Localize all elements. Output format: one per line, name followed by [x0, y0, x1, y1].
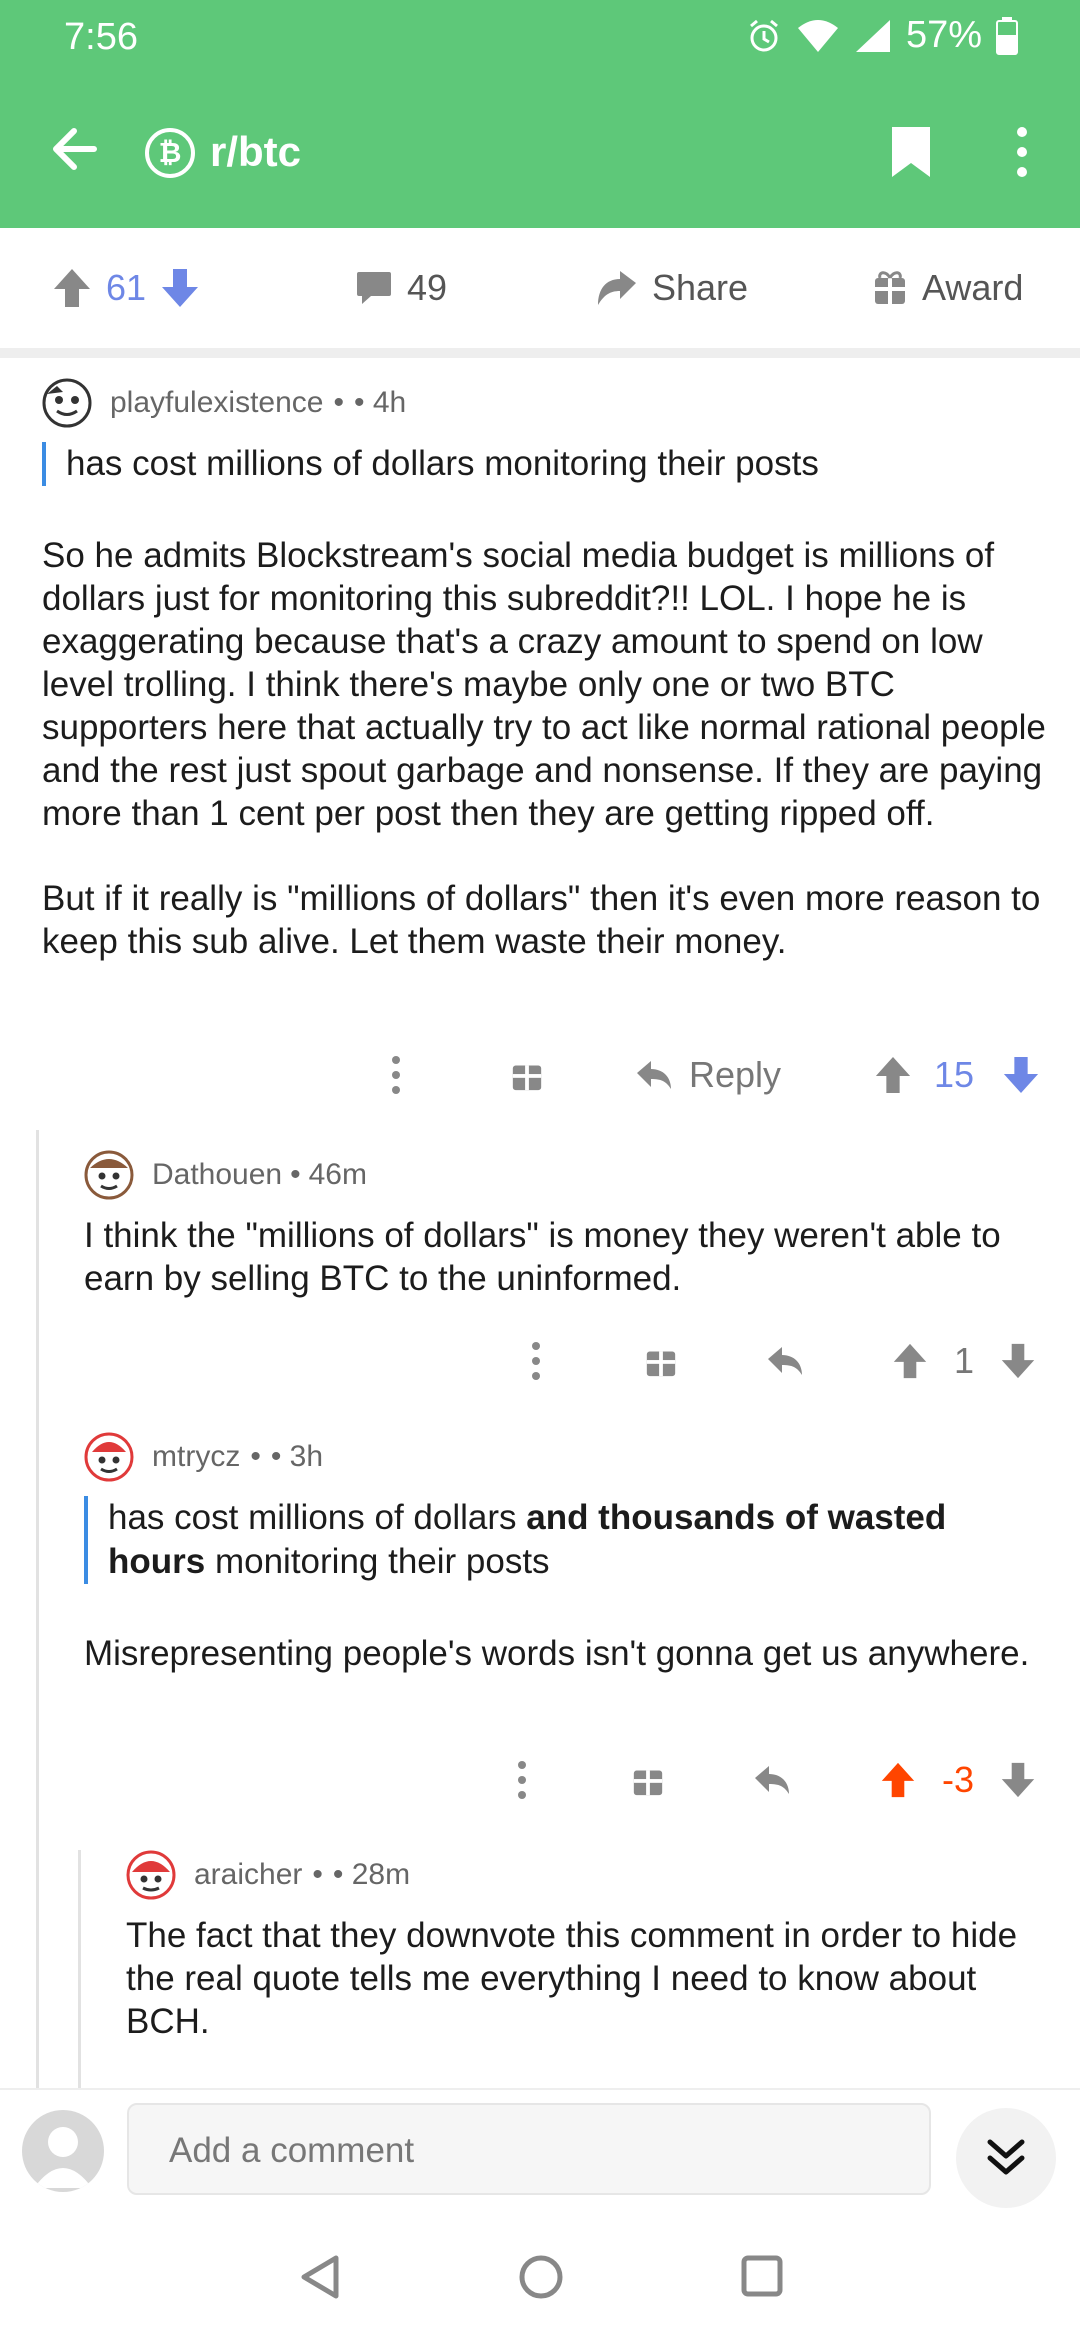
gift-icon[interactable]	[631, 1763, 665, 1797]
avatar-icon[interactable]	[126, 1850, 176, 1900]
status-bar: 7:56 57%	[0, 0, 1080, 78]
comment: Dathouen • 46m I think the "millions of …	[84, 1150, 1064, 1300]
downvote-icon[interactable]	[1000, 1342, 1036, 1380]
comment-time: • 28m	[332, 1858, 411, 1891]
subreddit-name[interactable]: r/btc	[210, 128, 301, 176]
comment-action-bar: Reply 15	[390, 1050, 1040, 1100]
comment-author[interactable]: araicher	[194, 1858, 302, 1892]
upvote-icon[interactable]	[52, 267, 92, 309]
comment-composer-bar: Add a comment	[0, 2088, 1080, 2216]
status-time: 7:56	[64, 16, 138, 58]
comment-author[interactable]: Dathouen	[152, 1158, 282, 1192]
upvote-icon[interactable]	[880, 1761, 916, 1799]
reply-arrow-icon[interactable]	[753, 1764, 791, 1796]
downvote-icon[interactable]	[160, 267, 200, 309]
add-comment-input[interactable]: Add a comment	[127, 2103, 931, 2195]
post-vote-group: 61	[52, 267, 200, 309]
comment-action-bar: -3	[516, 1755, 1040, 1805]
comment-author[interactable]: mtrycz	[152, 1440, 240, 1474]
comment: araicher • • 28m The fact that they down…	[126, 1850, 1066, 2043]
comment-count: 49	[407, 267, 448, 308]
comment-paragraph: I think the "millions of dollars" is mon…	[84, 1216, 1001, 1298]
avatar-icon[interactable]	[84, 1150, 134, 1200]
more-options-icon[interactable]	[516, 1760, 528, 1800]
reply-arrow-icon	[637, 1061, 671, 1089]
double-chevron-down-icon	[987, 2139, 1025, 2175]
comment-paragraph: But if it really is "millions of dollars…	[42, 879, 1041, 961]
comment-score: 1	[954, 1340, 975, 1381]
nav-home-icon[interactable]	[518, 2254, 564, 2300]
reply-arrow-icon[interactable]	[766, 1345, 804, 1377]
upvote-icon[interactable]	[874, 1055, 912, 1095]
post-score: 61	[106, 267, 147, 308]
battery-icon	[996, 16, 1018, 55]
downvote-icon[interactable]	[1000, 1761, 1036, 1799]
gift-icon[interactable]	[510, 1058, 544, 1092]
comments-button[interactable]: 49	[355, 267, 447, 309]
comment-action-bar: 1	[530, 1336, 1040, 1386]
thread-line	[78, 1850, 81, 2088]
more-options-icon[interactable]	[1012, 126, 1032, 178]
comment-time: • 3h	[270, 1440, 324, 1473]
bookmark-icon[interactable]	[890, 125, 932, 179]
quote-text: monitoring their posts	[205, 1542, 550, 1581]
comment-time: • 4h	[353, 386, 407, 419]
comment-quote: has cost millions of dollars monitoring …	[42, 442, 1062, 486]
system-nav-bar	[0, 2214, 1080, 2340]
meta-separator: •	[290, 1158, 301, 1191]
comment-quote: has cost millions of dollars and thousan…	[84, 1496, 1064, 1584]
comment-paragraph: So he admits Blockstream's social media …	[42, 536, 1046, 833]
avatar-icon[interactable]	[42, 378, 92, 428]
reply-label: Reply	[689, 1054, 782, 1095]
wifi-icon	[797, 19, 838, 52]
comment-score: 15	[934, 1054, 975, 1095]
gift-icon	[875, 271, 905, 304]
downvote-icon[interactable]	[1002, 1055, 1040, 1095]
more-options-icon[interactable]	[390, 1055, 402, 1095]
nav-back-icon[interactable]	[298, 2254, 342, 2300]
comment-author[interactable]: playfulexistence	[110, 386, 323, 420]
award-label: Award	[922, 267, 1024, 308]
award-button[interactable]: Award	[872, 267, 1023, 309]
thread-line	[36, 1130, 39, 2088]
comment-meta: mtrycz • • 3h	[84, 1432, 1064, 1482]
reply-button[interactable]: Reply	[635, 1054, 781, 1096]
gift-icon[interactable]	[644, 1344, 678, 1378]
subreddit-icon: ₿	[145, 128, 195, 178]
comment-meta: Dathouen • 46m	[84, 1150, 1064, 1200]
signal-icon	[855, 19, 890, 52]
battery-percent: 57%	[905, 14, 982, 56]
comment-meta: playfulexistence • • 4h	[42, 378, 1062, 428]
app-bar: ₿ r/btc	[0, 78, 1080, 228]
post-action-bar: 61 49 Share Award	[0, 228, 1080, 358]
more-options-icon[interactable]	[530, 1341, 542, 1381]
back-arrow-icon[interactable]	[48, 123, 100, 175]
comment-paragraph: The fact that they downvote this comment…	[126, 1916, 1018, 2041]
comment-meta: araicher • • 28m	[126, 1850, 1066, 1900]
quote-text: has cost millions of dollars	[108, 1498, 527, 1537]
comment-bubble-icon	[357, 272, 391, 304]
share-button[interactable]: Share	[596, 267, 748, 309]
share-arrow-icon	[598, 271, 636, 305]
alarm-icon	[749, 19, 778, 51]
avatar-icon[interactable]	[84, 1432, 134, 1482]
collapse-button[interactable]	[956, 2108, 1056, 2208]
share-label: Share	[652, 267, 749, 308]
meta-separator: •	[333, 386, 344, 419]
comment-time: 46m	[308, 1158, 367, 1191]
meta-separator: •	[312, 1858, 323, 1891]
nav-recents-icon[interactable]	[740, 2254, 784, 2298]
meta-separator: •	[250, 1440, 261, 1473]
comment-score: -3	[942, 1759, 975, 1800]
upvote-icon[interactable]	[892, 1342, 928, 1380]
comment-paragraph: Misrepresenting people's words isn't gon…	[84, 1634, 1030, 1673]
comment: mtrycz • • 3h has cost millions of dolla…	[84, 1432, 1064, 1675]
comment: playfulexistence • • 4h has cost million…	[42, 378, 1062, 963]
user-avatar-icon[interactable]	[22, 2110, 104, 2192]
